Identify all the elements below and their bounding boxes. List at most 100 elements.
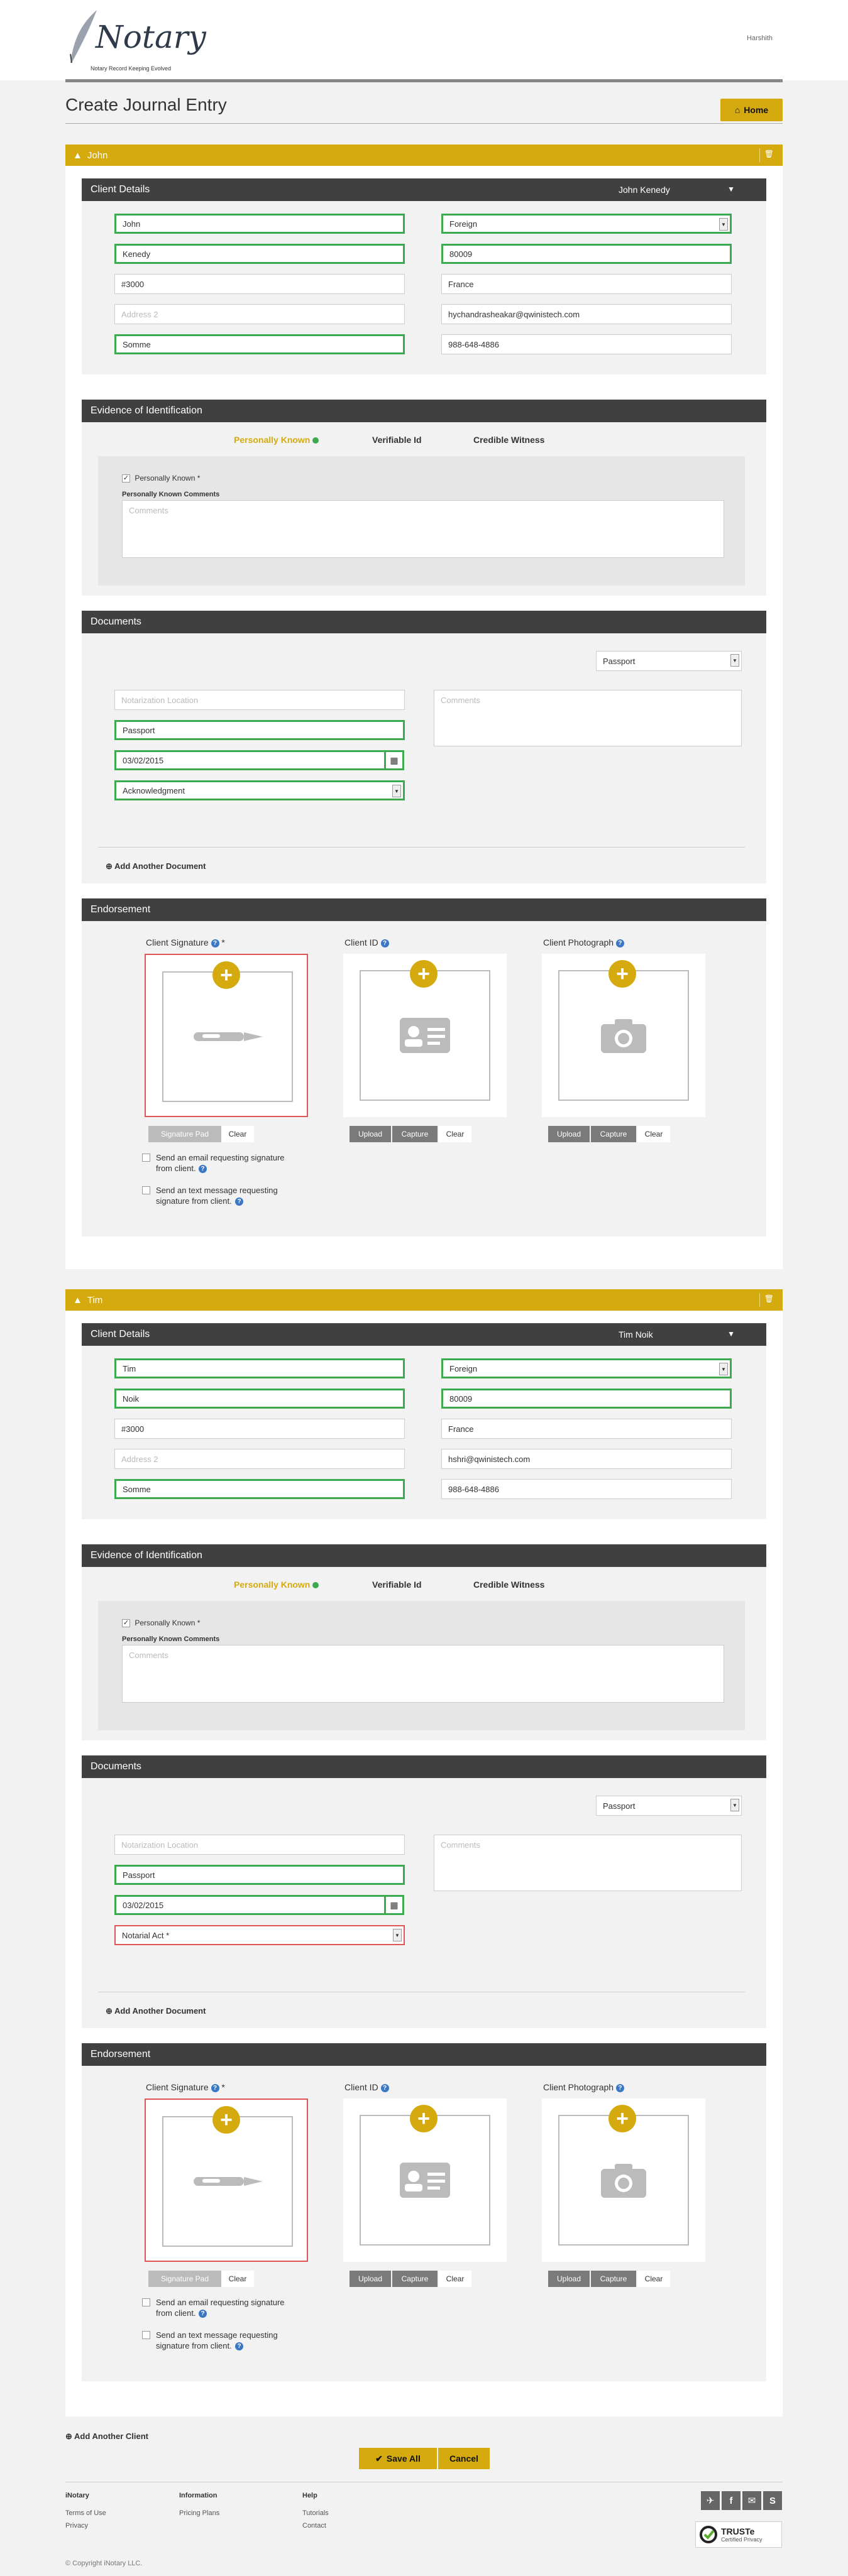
email-icon[interactable]: ✉ — [742, 2491, 761, 2510]
collapse-icon[interactable]: ▲ — [73, 150, 82, 161]
email-request-option[interactable]: Send an email requesting signature from … — [142, 1152, 299, 1174]
delete-client-icon[interactable]: 🗑 — [764, 150, 774, 158]
pk-comments-textarea[interactable]: Comments — [122, 1645, 724, 1703]
phone-field[interactable]: 988-648-4886 — [441, 1479, 732, 1499]
capture-id-button[interactable]: Capture — [392, 1126, 438, 1142]
save-all-button[interactable]: ✔ Save All — [359, 2448, 437, 2469]
tab-credible-witness[interactable]: Credible Witness — [473, 1580, 544, 1590]
twitter-icon[interactable]: ✈ — [701, 2491, 720, 2510]
city-field[interactable]: Somme — [114, 1479, 405, 1499]
upload-id-button[interactable]: Upload — [350, 1126, 391, 1142]
clear-signature-button[interactable]: Clear — [221, 2271, 254, 2287]
footer-link-terms[interactable]: Terms of Use — [65, 2507, 106, 2519]
help-icon[interactable]: ? — [211, 2083, 219, 2092]
last-name-field[interactable]: Kenedy — [114, 244, 405, 264]
zip-field[interactable]: 80009 — [441, 244, 732, 264]
notarial-act-select[interactable]: Notarial Act * ▼ — [114, 1925, 405, 1945]
add-photo-icon[interactable]: + — [608, 2105, 636, 2132]
address2-field[interactable]: Address 2 — [114, 304, 405, 324]
tab-personally-known[interactable]: Personally Known — [234, 435, 319, 445]
document-date-field[interactable]: 03/02/2015 ▦ — [114, 750, 404, 770]
signature-area[interactable] — [162, 971, 293, 1102]
delete-client-icon[interactable]: 🗑 — [764, 1294, 774, 1303]
add-client-id-icon[interactable]: + — [410, 2105, 438, 2132]
text-request-option[interactable]: Send an text message requesting signatur… — [142, 2330, 299, 2351]
text-request-option[interactable]: Send an text message requesting signatur… — [142, 1185, 299, 1206]
notarization-location-field[interactable]: Notarization Location — [114, 1835, 405, 1855]
help-icon[interactable]: ? — [615, 2083, 624, 2092]
tab-credible-witness[interactable]: Credible Witness — [473, 435, 544, 445]
document-date-field[interactable]: 03/02/2015 ▦ — [114, 1895, 404, 1915]
email-field[interactable]: hshri@qwinistech.com — [441, 1449, 732, 1469]
document-name-field[interactable]: Passport — [114, 720, 405, 740]
address1-field[interactable]: #3000 — [114, 1419, 405, 1439]
capture-photo-button[interactable]: Capture — [591, 1126, 636, 1142]
signature-pad-button[interactable]: Signature Pad — [148, 1126, 221, 1142]
clear-id-button[interactable]: Clear — [439, 1126, 471, 1142]
facebook-icon[interactable]: f — [722, 2491, 741, 2510]
client-photo-area[interactable] — [558, 970, 689, 1101]
notarial-act-select[interactable]: Acknowledgment ▼ — [114, 780, 405, 800]
help-icon[interactable]: ? — [235, 2342, 243, 2350]
text-request-checkbox[interactable] — [142, 2331, 150, 2339]
document-type-select[interactable]: Passport ▼ — [596, 1796, 742, 1816]
pk-comments-textarea[interactable]: Comments — [122, 500, 724, 558]
city-field[interactable]: Somme — [114, 334, 405, 354]
phone-field[interactable]: 988-648-4886 — [441, 334, 732, 354]
add-document-link[interactable]: ⊕ Add Another Document — [106, 861, 206, 871]
country-type-select[interactable]: Foreign ▼ — [441, 1358, 732, 1378]
personally-known-checkbox-row[interactable]: ✓ Personally Known * — [122, 474, 200, 483]
tab-personally-known[interactable]: Personally Known — [234, 1580, 319, 1590]
home-button[interactable]: ⌂ Home — [720, 99, 783, 121]
help-icon[interactable]: ? — [615, 939, 624, 947]
upload-photo-button[interactable]: Upload — [548, 2271, 590, 2287]
client-photo-box[interactable]: + — [542, 954, 705, 1117]
client-id-box[interactable]: + — [343, 954, 507, 1117]
calendar-icon[interactable]: ▦ — [384, 750, 404, 770]
footer-link-contact[interactable]: Contact — [302, 2519, 329, 2532]
country-type-select[interactable]: Foreign ▼ — [441, 214, 732, 234]
email-field[interactable]: hychandrasheakar@qwinistech.com — [441, 304, 732, 324]
document-name-field[interactable]: Passport — [114, 1865, 405, 1885]
signature-box[interactable]: + — [145, 954, 308, 1117]
personally-known-checkbox-row[interactable]: ✓ Personally Known * — [122, 1618, 200, 1628]
help-icon[interactable]: ? — [199, 2310, 207, 2318]
address2-field[interactable]: Address 2 — [114, 1449, 405, 1469]
user-menu-link[interactable]: Harshith — [747, 35, 773, 42]
skype-icon[interactable]: S — [763, 2491, 782, 2510]
footer-link-tutorials[interactable]: Tutorials — [302, 2507, 329, 2519]
signature-area[interactable] — [162, 2116, 293, 2247]
client-id-area[interactable] — [360, 970, 490, 1101]
first-name-field[interactable]: Tim — [114, 1358, 405, 1378]
clear-photo-button[interactable]: Clear — [637, 2271, 670, 2287]
help-icon[interactable]: ? — [211, 939, 219, 947]
capture-id-button[interactable]: Capture — [392, 2271, 438, 2287]
section-header[interactable]: Client Details John Kenedy ▼ — [82, 178, 766, 201]
help-icon[interactable]: ? — [199, 1165, 207, 1173]
upload-id-button[interactable]: Upload — [350, 2271, 391, 2287]
clear-id-button[interactable]: Clear — [439, 2271, 471, 2287]
document-type-select[interactable]: Passport ▼ — [596, 651, 742, 671]
first-name-field[interactable]: John — [114, 214, 405, 234]
help-icon[interactable]: ? — [380, 939, 389, 947]
client-header-bar[interactable]: ▲ John 🗑 — [65, 145, 783, 166]
last-name-field[interactable]: Noik — [114, 1389, 405, 1409]
signature-pad-button[interactable]: Signature Pad — [148, 2271, 221, 2287]
clear-photo-button[interactable]: Clear — [637, 1126, 670, 1142]
clear-signature-button[interactable]: Clear — [221, 1126, 254, 1142]
add-document-link[interactable]: ⊕ Add Another Document — [106, 2006, 206, 2016]
document-comments-textarea[interactable]: Comments — [434, 1835, 742, 1891]
footer-link-privacy[interactable]: Privacy — [65, 2519, 106, 2532]
zip-field[interactable]: 80009 — [441, 1389, 732, 1409]
add-client-link[interactable]: ⊕ Add Another Client — [65, 2431, 148, 2442]
notarization-location-field[interactable]: Notarization Location — [114, 690, 405, 710]
email-request-checkbox[interactable] — [142, 2298, 150, 2306]
footer-link-pricing[interactable]: Pricing Plans — [179, 2507, 219, 2519]
help-icon[interactable]: ? — [235, 1198, 243, 1206]
email-request-checkbox[interactable] — [142, 1154, 150, 1162]
document-comments-textarea[interactable]: Comments — [434, 690, 742, 746]
client-photo-box[interactable]: + — [542, 2098, 705, 2262]
address1-field[interactable]: #3000 — [114, 274, 405, 294]
client-photo-area[interactable] — [558, 2115, 689, 2246]
chevron-down-icon[interactable]: ▼ — [727, 1329, 735, 1338]
